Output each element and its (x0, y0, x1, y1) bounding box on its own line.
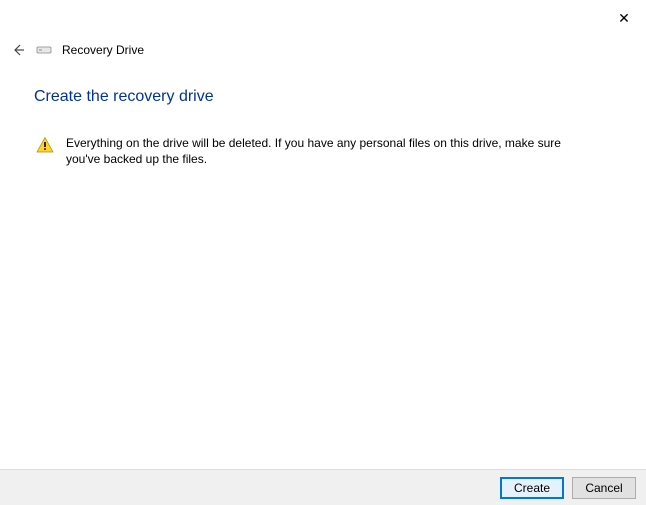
footer: Create Cancel (0, 469, 646, 505)
back-button[interactable] (10, 42, 26, 58)
create-button[interactable]: Create (500, 477, 564, 499)
close-button[interactable]: ✕ (614, 8, 634, 28)
warning-text: Everything on the drive will be deleted.… (66, 135, 576, 167)
header: Recovery Drive (10, 42, 144, 58)
recovery-drive-icon (36, 44, 52, 56)
close-icon: ✕ (618, 10, 630, 27)
warning-icon (36, 136, 54, 154)
back-arrow-icon (11, 43, 25, 57)
page-title: Create the recovery drive (34, 88, 214, 106)
warning-block: Everything on the drive will be deleted.… (36, 135, 606, 167)
cancel-button[interactable]: Cancel (572, 477, 636, 499)
header-title: Recovery Drive (62, 43, 144, 57)
